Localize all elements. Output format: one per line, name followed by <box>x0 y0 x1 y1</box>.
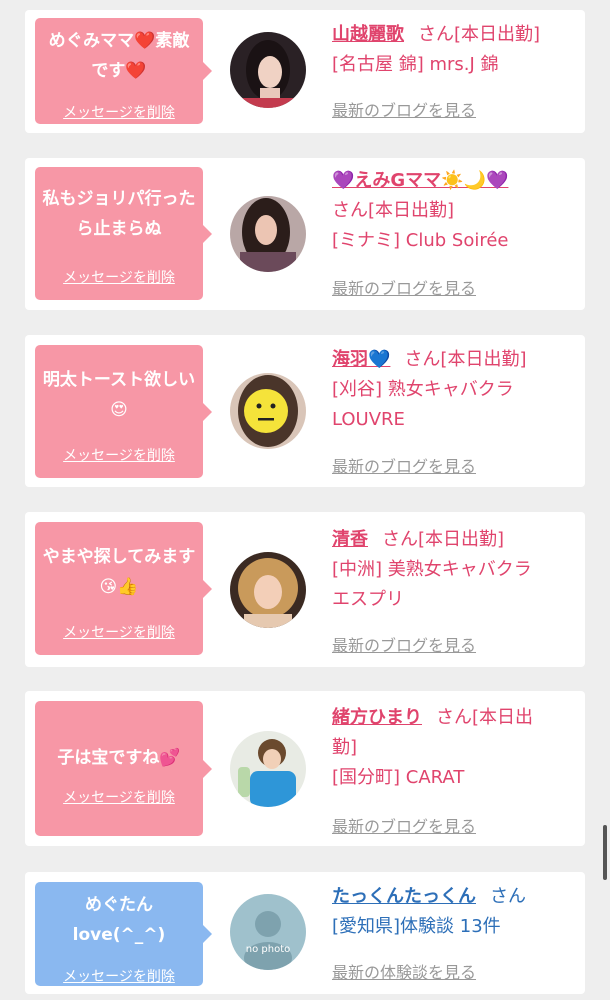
message-bubble: やまや探してみます😘👍 メッセージを削除 <box>35 522 212 655</box>
user-info: 清香 さん[本日出勤] [中洲] 美熟女キャバクラ エスプリ <box>332 525 575 615</box>
user-name-link[interactable]: 💜えみGママ☀️🌙💜 <box>332 170 508 191</box>
latest-blog-link[interactable]: 最新のブログを見る <box>332 632 476 656</box>
delete-message-link[interactable]: メッセージを削除 <box>35 966 203 986</box>
user-status: さん[本日出勤] <box>382 529 505 550</box>
avatar[interactable] <box>230 32 306 108</box>
list-item: やまや探してみます😘👍 メッセージを削除 清香 さん[本日出勤] [中洲] 美熟女… <box>25 512 585 667</box>
shop-info-2: エスプリ <box>332 589 404 610</box>
avatar[interactable]: no photo <box>230 894 306 970</box>
user-name-link[interactable]: 海羽💙 <box>332 349 390 370</box>
delete-message-link[interactable]: メッセージを削除 <box>35 787 203 807</box>
message-text: やまや探してみます😘👍 <box>42 547 196 597</box>
message-bubble: 子は宝ですね💕 メッセージを削除 <box>35 701 212 836</box>
user-status: さん[本日出勤] <box>332 200 455 221</box>
message-bubble: 私もジョリパ行ったら止まらぬ メッセージを削除 <box>35 167 212 300</box>
shop-info: [名古屋 錦] mrs.J 錦 <box>332 54 499 75</box>
message-bubble: めぐみママ❤️素敵です❤️ メッセージを削除 <box>35 18 212 124</box>
avatar[interactable] <box>230 731 306 807</box>
message-text: めぐたんlove(^_^) <box>72 895 166 945</box>
avatar[interactable] <box>230 552 306 628</box>
user-name-link[interactable]: たっくんたっくん <box>332 886 476 907</box>
user-info: 海羽💙 さん[本日出勤] [刈谷] 熟女キャバクラ LOUVRE <box>332 345 575 435</box>
user-status: さん[本日出 <box>436 707 534 728</box>
message-text: 明太トースト欲しい😍 <box>42 370 196 420</box>
no-photo-text: no photo <box>246 944 290 955</box>
user-status: さん[本日出勤] <box>418 24 541 45</box>
shop-info-2: LOUVRE <box>332 409 405 430</box>
delete-message-link[interactable]: メッセージを削除 <box>35 445 203 465</box>
list-item: めぐみママ❤️素敵です❤️ メッセージを削除 山越麗歌 さん[本日出勤] [名古屋… <box>25 10 585 133</box>
user-info: 山越麗歌 さん[本日出勤] [名古屋 錦] mrs.J 錦 <box>332 20 575 80</box>
shop-info: [刈谷] 熟女キャバクラ <box>332 379 514 400</box>
avatar[interactable] <box>230 196 306 272</box>
delete-message-link[interactable]: メッセージを削除 <box>35 102 203 122</box>
avatar[interactable] <box>230 373 306 449</box>
message-bubble: めぐたんlove(^_^) メッセージを削除 <box>35 882 212 986</box>
latest-blog-link[interactable]: 最新のブログを見る <box>332 275 476 299</box>
list-item: 私もジョリパ行ったら止まらぬ メッセージを削除 💜えみGママ☀️🌙💜 さん[本日… <box>25 158 585 310</box>
user-status-cont: 勤] <box>332 737 358 758</box>
latest-review-link[interactable]: 最新の体験談を見る <box>332 959 476 983</box>
delete-message-link[interactable]: メッセージを削除 <box>35 622 203 642</box>
shop-info: [中洲] 美熟女キャバクラ <box>332 559 532 580</box>
review-info: [愛知県]体験談 13件 <box>332 916 501 937</box>
delete-message-link[interactable]: メッセージを削除 <box>35 267 203 287</box>
latest-blog-link[interactable]: 最新のブログを見る <box>332 97 476 121</box>
user-name-link[interactable]: 緒方ひまり <box>332 707 422 728</box>
message-text: めぐみママ❤️素敵です❤️ <box>48 31 190 81</box>
user-status: さん <box>490 886 526 907</box>
latest-blog-link[interactable]: 最新のブログを見る <box>332 453 476 477</box>
list-item: 子は宝ですね💕 メッセージを削除 緒方ひまり さん[本日出 勤] [国分町] CA… <box>25 691 585 846</box>
scrollbar[interactable] <box>603 825 607 880</box>
shop-info: [国分町] CARAT <box>332 767 465 788</box>
message-text: 私もジョリパ行ったら止まらぬ <box>42 189 196 239</box>
user-name-link[interactable]: 山越麗歌 <box>332 24 404 45</box>
latest-blog-link[interactable]: 最新のブログを見る <box>332 813 476 837</box>
message-text: 子は宝ですね💕 <box>57 748 181 768</box>
list-item: めぐたんlove(^_^) メッセージを削除 no photo たっくんたっくん… <box>25 872 585 994</box>
shop-info: [ミナミ] Club Soirée <box>332 230 509 251</box>
user-info: 緒方ひまり さん[本日出 勤] [国分町] CARAT <box>332 703 575 793</box>
user-info: 💜えみGママ☀️🌙💜 さん[本日出勤] [ミナミ] Club Soirée <box>332 166 575 256</box>
list-item: 明太トースト欲しい😍 メッセージを削除 海羽💙 さん[本日出勤] [刈谷] 熟女キ… <box>25 335 585 487</box>
user-info: たっくんたっくん さん [愛知県]体験談 13件 <box>332 882 575 942</box>
message-bubble: 明太トースト欲しい😍 メッセージを削除 <box>35 345 212 478</box>
user-status: さん[本日出勤] <box>404 349 527 370</box>
user-name-link[interactable]: 清香 <box>332 529 368 550</box>
